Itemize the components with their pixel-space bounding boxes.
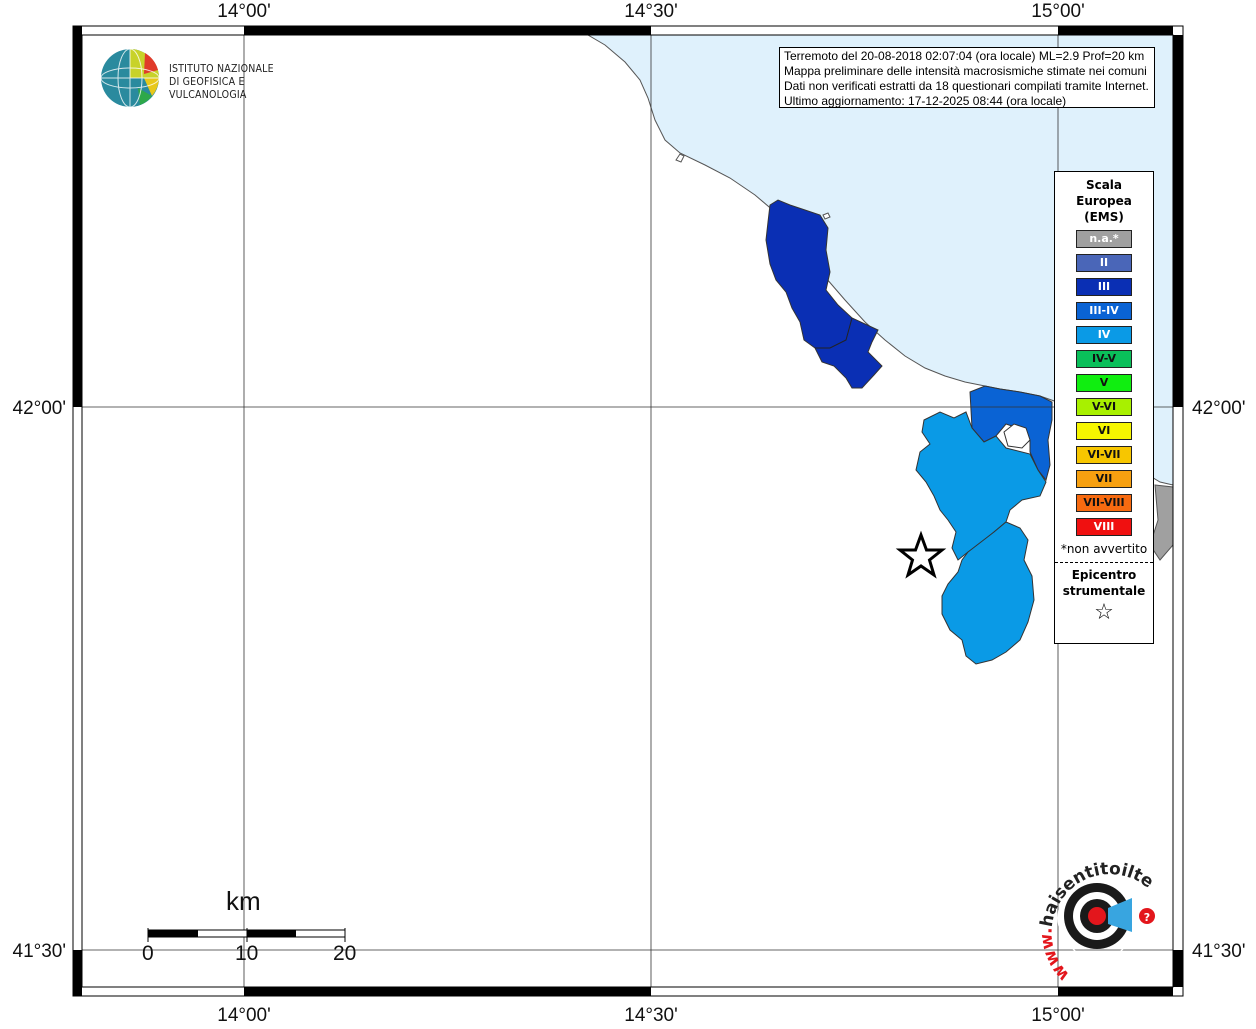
legend-item-iii-iv: III-IV — [1076, 302, 1132, 320]
legend-item-iv-v: IV-V — [1076, 350, 1132, 368]
right-lat-label: 42°00' — [1192, 398, 1246, 419]
top-lon-label: 14°30' — [624, 1, 678, 22]
event-summary: Terremoto del 20-08-2018 02:07:04 (ora l… — [784, 49, 1145, 63]
svg-text:?: ? — [1144, 911, 1150, 924]
legend-item-v: V — [1076, 374, 1132, 392]
legend-item-iii: III — [1076, 278, 1132, 296]
bottom-lon-label: 15°00' — [1031, 1005, 1085, 1024]
ingv-name-line2: DI GEOFISICA E VULCANOLOGIA — [169, 76, 247, 101]
legend-item-n-a: n.a.* — [1076, 230, 1132, 248]
last-update: Ultimo aggiornamento: 17-12-2025 08:44 (… — [784, 94, 1067, 108]
legend-item-vi: VI — [1076, 422, 1132, 440]
legend-note: *non avvertito — [1060, 542, 1148, 556]
scale-tick-label: 20 — [333, 942, 357, 965]
scale-tick-label: 10 — [235, 942, 259, 965]
legend-item-vii: VII — [1076, 470, 1132, 488]
event-info-box: Terremoto del 20-08-2018 02:07:04 (ora l… — [779, 47, 1155, 108]
bottom-lon-label: 14°30' — [624, 1005, 678, 1024]
ems-legend: Scala Europea (EMS) n.a.* II III III-IV IV IV… — [1054, 171, 1154, 644]
left-lat-label: 41°30' — [13, 941, 67, 962]
ingv-logo: ISTITUTO NAZIONALE DI GEOFISICA E VULCAN… — [100, 48, 320, 110]
ingv-name-line1: ISTITUTO NAZIONALE — [169, 63, 274, 75]
globe-icon — [100, 48, 160, 108]
right-lat-label: 41°30' — [1192, 941, 1246, 962]
legend-item-v-vi: V-VI — [1076, 398, 1132, 416]
legend-epicenter-label: Epicentro strumentale — [1062, 568, 1146, 598]
map-description: Mappa preliminare delle intensità macros… — [784, 64, 1147, 78]
scale-tick-label: 0 — [142, 942, 154, 965]
legend-item-viii: VIII — [1076, 518, 1132, 536]
macroseismic-map: 14°00' 14°30' 15°00' 14°00' 14°30' 15°00… — [0, 0, 1256, 1026]
left-lat-label: 42°00' — [13, 398, 67, 419]
legend-items: n.a.* II III III-IV IV IV-V V V-VI VI VI-VII VII VI… — [1055, 230, 1153, 536]
legend-title: Scala Europea (EMS) — [1076, 178, 1132, 224]
legend-item-ii: II — [1076, 254, 1132, 272]
legend-item-vii-viii: VII-VIII — [1076, 494, 1132, 512]
legend-divider — [1055, 562, 1153, 563]
data-disclaimer: Dati non verificati estratti da 18 quest… — [784, 79, 1149, 93]
legend-item-vi-vii: VI-VII — [1076, 446, 1132, 464]
legend-star-icon: ☆ — [1094, 600, 1114, 625]
bottom-lon-label: 14°00' — [217, 1005, 271, 1024]
legend-item-iv: IV — [1076, 326, 1132, 344]
top-lon-label: 15°00' — [1031, 1, 1085, 22]
top-lon-label: 14°00' — [217, 1, 271, 22]
scale-unit: km — [226, 886, 261, 916]
